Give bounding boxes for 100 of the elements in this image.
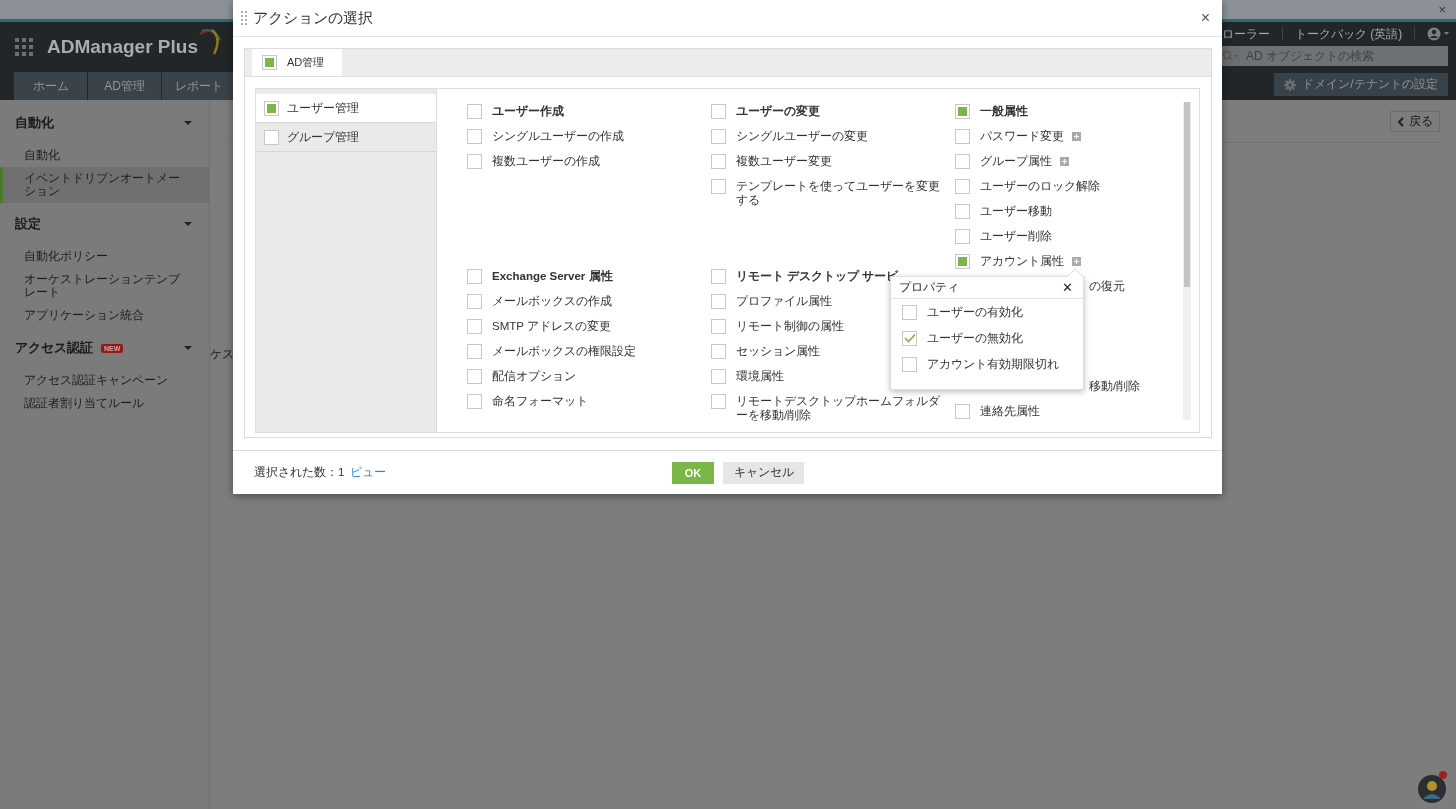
- checkbox[interactable]: [711, 129, 726, 144]
- option-label[interactable]: セッション属性: [736, 344, 820, 358]
- option-label[interactable]: リモートデスクトップホームフォルダーを移動/削除: [736, 394, 946, 422]
- scrollbar[interactable]: [1183, 102, 1191, 420]
- content-text: ケス: [210, 346, 234, 363]
- plus-icon[interactable]: [1060, 157, 1069, 166]
- caret-icon[interactable]: [184, 119, 192, 127]
- option-label[interactable]: 配信オプション: [492, 369, 576, 383]
- checkbox[interactable]: [955, 154, 970, 169]
- sidebar-item[interactable]: 自動化ポリシー: [0, 245, 209, 268]
- checkbox[interactable]: [955, 229, 970, 244]
- close-icon[interactable]: ×: [1438, 2, 1446, 17]
- section-title[interactable]: 自動化: [15, 114, 54, 132]
- caret-icon[interactable]: [184, 220, 192, 228]
- group-title[interactable]: ユーザー作成: [492, 104, 564, 118]
- sidebar-item[interactable]: アクセス認証キャンペーン: [0, 369, 209, 392]
- checkbox[interactable]: [467, 344, 482, 359]
- chatbot-avatar-icon[interactable]: [1417, 770, 1447, 804]
- option-label[interactable]: 連絡先属性: [980, 404, 1040, 418]
- option-label[interactable]: ユーザーの有効化: [927, 305, 1023, 319]
- checkbox[interactable]: [711, 104, 726, 119]
- checkbox[interactable]: [902, 304, 917, 320]
- option-label[interactable]: ユーザー移動: [980, 204, 1052, 218]
- caret-icon[interactable]: [184, 344, 192, 352]
- option-label[interactable]: SMTP アドレスの変更: [492, 319, 611, 333]
- cancel-button[interactable]: キャンセル: [723, 461, 804, 484]
- checkbox[interactable]: [711, 179, 726, 194]
- close-icon[interactable]: ×: [1200, 9, 1210, 27]
- option-label[interactable]: パスワード変更: [980, 129, 1064, 143]
- checkbox[interactable]: [467, 154, 482, 169]
- option-label[interactable]: 命名フォーマット: [492, 394, 588, 408]
- sidebar-item[interactable]: 自動化: [0, 144, 209, 167]
- option-label[interactable]: テンプレートを使ってユーザーを変更する: [736, 179, 946, 207]
- checkbox[interactable]: [711, 394, 726, 409]
- checkbox[interactable]: [955, 104, 970, 119]
- checkbox[interactable]: [711, 344, 726, 359]
- checkbox[interactable]: [902, 330, 917, 346]
- back-button[interactable]: 戻る: [1390, 111, 1440, 132]
- checkbox[interactable]: [467, 104, 482, 119]
- header-link[interactable]: ローラー: [1222, 25, 1280, 43]
- view-link[interactable]: ビュー: [350, 465, 387, 480]
- option-label[interactable]: ユーザー削除: [980, 229, 1052, 243]
- category-label[interactable]: ユーザー管理: [287, 99, 359, 117]
- option-label[interactable]: 移動/削除: [1089, 379, 1141, 393]
- group-title[interactable]: 一般属性: [980, 104, 1028, 118]
- checkbox[interactable]: [467, 269, 482, 284]
- category-item[interactable]: ユーザー管理: [256, 94, 436, 123]
- checkbox[interactable]: [711, 319, 726, 334]
- checkbox[interactable]: [902, 356, 917, 372]
- checkbox[interactable]: [955, 404, 970, 419]
- checkbox[interactable]: [467, 294, 482, 309]
- option-label[interactable]: シングルユーザーの変更: [736, 129, 868, 143]
- tab[interactable]: AD管理: [252, 49, 343, 76]
- option-label[interactable]: 複数ユーザー変更: [736, 154, 832, 168]
- checkbox[interactable]: [264, 100, 279, 116]
- search-icon[interactable]: [1222, 50, 1240, 62]
- checkbox[interactable]: [262, 55, 277, 70]
- checkbox[interactable]: [711, 294, 726, 309]
- option-label[interactable]: シングルユーザーの作成: [492, 129, 624, 143]
- option-label[interactable]: 複数ユーザーの作成: [492, 154, 600, 168]
- section-title[interactable]: 設定: [15, 215, 41, 233]
- option-label[interactable]: リモート制御の属性: [736, 319, 844, 333]
- category-label[interactable]: グループ管理: [287, 128, 359, 146]
- close-icon[interactable]: ✕: [1062, 280, 1073, 295]
- checkbox[interactable]: [467, 394, 482, 409]
- checkbox[interactable]: [955, 254, 970, 269]
- option-label[interactable]: 環境属性: [736, 369, 784, 383]
- checkbox[interactable]: [467, 319, 482, 334]
- sidebar-item[interactable]: アプリケーション統合: [0, 304, 209, 327]
- option-label[interactable]: プロファイル属性: [736, 294, 832, 308]
- section-title[interactable]: アクセス認証: [15, 339, 93, 357]
- option-label[interactable]: アカウント属性: [980, 254, 1064, 268]
- option-label[interactable]: メールボックスの作成: [492, 294, 612, 308]
- checkbox[interactable]: [711, 154, 726, 169]
- group-title[interactable]: Exchange Server 属性: [492, 269, 613, 283]
- header-link[interactable]: トークバック (英語): [1295, 25, 1413, 43]
- drag-handle-icon[interactable]: [241, 11, 247, 25]
- group-title[interactable]: ユーザーの変更: [736, 104, 820, 118]
- option-label[interactable]: メールボックスの権限設定: [492, 344, 636, 358]
- option-label[interactable]: ユーザーの無効化: [927, 331, 1023, 345]
- app-grid-icon[interactable]: [15, 38, 33, 56]
- checkbox[interactable]: [467, 129, 482, 144]
- user-icon[interactable]: [1427, 27, 1452, 41]
- checkbox[interactable]: [955, 129, 970, 144]
- checkbox[interactable]: [467, 369, 482, 384]
- tab-label[interactable]: AD管理: [287, 55, 325, 70]
- sidebar-item[interactable]: 認証者割り当てルール: [0, 392, 209, 415]
- sidebar-item[interactable]: オーケストレーションテンプレート: [0, 268, 209, 304]
- option-label[interactable]: ユーザーのロック解除: [980, 179, 1100, 193]
- option-label[interactable]: グループ属性: [980, 154, 1052, 168]
- plus-icon[interactable]: [1072, 257, 1081, 266]
- option-label[interactable]: アカウント有効期限切れ: [927, 357, 1059, 371]
- checkbox[interactable]: [264, 129, 279, 145]
- product-logo: ADManager Plus: [47, 36, 198, 58]
- plus-icon[interactable]: [1072, 132, 1081, 141]
- checkbox[interactable]: [955, 179, 970, 194]
- checkbox[interactable]: [955, 204, 970, 219]
- checkbox[interactable]: [711, 369, 726, 384]
- option-label[interactable]: の復元: [1089, 279, 1125, 293]
- checkbox[interactable]: [711, 269, 726, 284]
